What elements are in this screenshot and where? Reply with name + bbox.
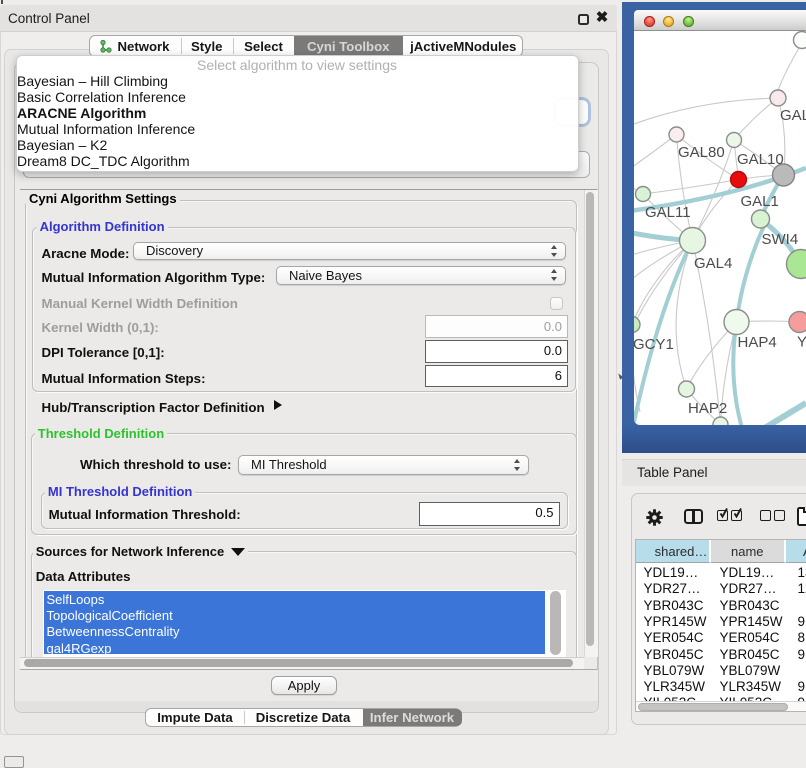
- svg-text:HAP4: HAP4: [738, 334, 777, 351]
- svg-text:GAL11: GAL11: [645, 204, 691, 221]
- svg-text:GAL10: GAL10: [737, 151, 784, 168]
- svg-text:GAL1: GAL1: [741, 193, 779, 210]
- svg-text:GCY1: GCY1: [634, 336, 674, 353]
- svg-text:GAL2: GAL2: [780, 107, 806, 124]
- svg-text:GAL4: GAL4: [694, 255, 732, 272]
- svg-text:YM: YM: [797, 334, 806, 351]
- svg-text:HAP2: HAP2: [688, 400, 727, 417]
- svg-text:GAL80: GAL80: [678, 144, 725, 161]
- svg-text:SWI4: SWI4: [762, 231, 799, 248]
